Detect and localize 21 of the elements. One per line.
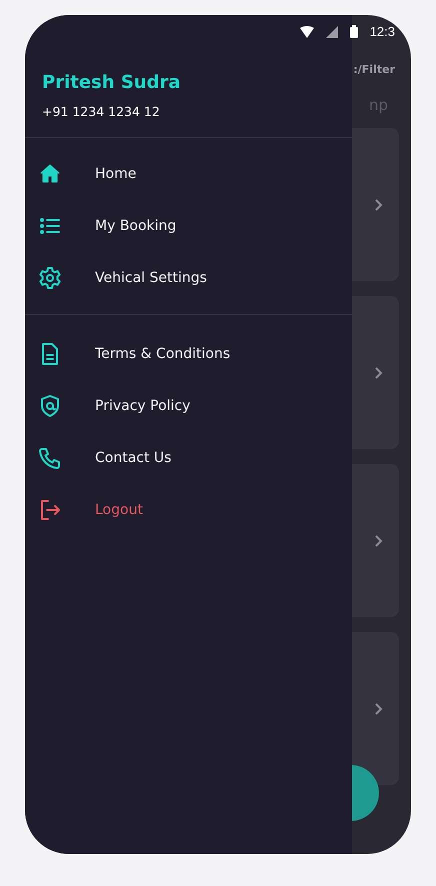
chevron-right-icon bbox=[374, 534, 383, 548]
menu-item[interactable]: Contact Us bbox=[95, 450, 172, 466]
menu-item[interactable]: Vehical Settings bbox=[95, 270, 207, 286]
user-phone: +91 1234 1234 12 bbox=[42, 104, 161, 119]
chevron-right-icon bbox=[374, 366, 383, 380]
signal-icon bbox=[326, 26, 338, 38]
menu-item[interactable]: Terms & Conditions bbox=[95, 346, 230, 362]
logout-icon bbox=[38, 498, 62, 522]
menu-item[interactable]: Logout bbox=[95, 502, 143, 518]
status-time: 12:3 bbox=[370, 24, 395, 39]
menu-item[interactable]: Privacy Policy bbox=[95, 398, 190, 414]
chevron-right-icon bbox=[374, 702, 383, 716]
menu-item[interactable]: Home bbox=[95, 166, 136, 182]
shield-icon bbox=[38, 394, 62, 418]
gear-icon bbox=[38, 266, 62, 290]
chevron-right-icon bbox=[374, 198, 383, 212]
user-name: Pritesh Sudra bbox=[42, 72, 182, 93]
menu-item[interactable]: My Booking bbox=[95, 218, 176, 234]
phone-icon bbox=[38, 446, 62, 470]
filter-label[interactable]: :/Filter bbox=[353, 63, 395, 76]
wifi-icon bbox=[300, 26, 314, 38]
